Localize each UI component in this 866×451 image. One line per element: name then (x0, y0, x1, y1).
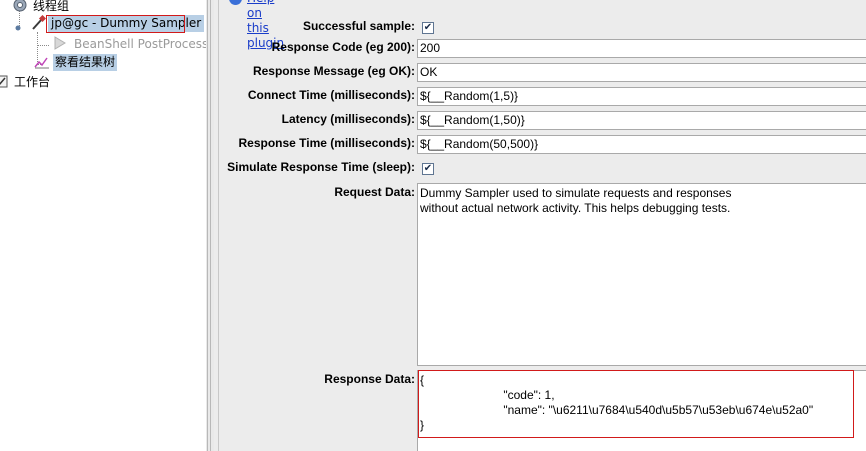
tree-item-beanshell-postprocessor[interactable]: BeanShell PostProcess (50, 35, 206, 53)
workbench-icon (0, 73, 12, 89)
simulate-response-time-label: Simulate Response Time (sleep): (227, 160, 415, 174)
response-time-label: Response Time (milliseconds): (238, 136, 416, 150)
response-code-input[interactable]: 200 (417, 39, 866, 58)
tree-item-label: BeanShell PostProcess (74, 37, 206, 51)
highlight-box-sampler (46, 15, 185, 33)
thread-group-gear-icon (12, 0, 28, 13)
tree-item-label: 工作台 (14, 75, 51, 89)
request-data-textarea[interactable]: Dummy Sampler used to simulate requests … (417, 183, 866, 366)
tree-item-workbench[interactable]: 工作台 (0, 73, 206, 91)
connect-time-label: Connect Time (milliseconds): (247, 88, 415, 102)
latency-input[interactable]: ${__Random(1,50)} (417, 111, 866, 130)
successful-sample-label: Successful sample: (302, 19, 415, 33)
highlight-box-response-data (418, 370, 854, 438)
connect-time-input[interactable]: ${__Random(1,5)} (417, 87, 866, 106)
expand-toggle-icon[interactable] (14, 19, 22, 31)
response-time-input[interactable]: ${__Random(50,500)} (417, 135, 866, 154)
listener-chart-icon (34, 54, 50, 70)
response-code-label: Response Code (eg 200): (271, 40, 415, 54)
request-data-label: Request Data: (334, 185, 415, 199)
latency-label: Latency (milliseconds): (281, 112, 415, 126)
tree-item-thread-group[interactable]: 线程组 (0, 0, 206, 15)
test-plan-tree: 线程组 jp@gc - Dummy Sampler BeanShell Post… (0, 0, 206, 451)
tree-item-view-results-tree[interactable]: 察看结果树 (32, 54, 172, 72)
successful-sample-checkbox[interactable]: ✔ (422, 22, 434, 34)
postprocessor-arrow-icon (52, 35, 68, 51)
simulate-response-time-checkbox[interactable]: ✔ (422, 163, 434, 175)
tree-connector (37, 45, 49, 46)
sampler-pipette-icon (30, 14, 47, 31)
tree-item-label: 线程组 (33, 0, 70, 13)
response-data-label: Response Data: (324, 372, 415, 386)
split-pane-divider[interactable] (206, 0, 214, 451)
tree-item-label: 察看结果树 (53, 54, 118, 71)
dummy-sampler-form: i Help on this plugin Successful sample:… (219, 0, 866, 451)
info-icon: i (229, 0, 242, 5)
response-message-input[interactable]: OK (417, 63, 866, 82)
response-message-label: Response Message (eg OK): (252, 64, 415, 78)
